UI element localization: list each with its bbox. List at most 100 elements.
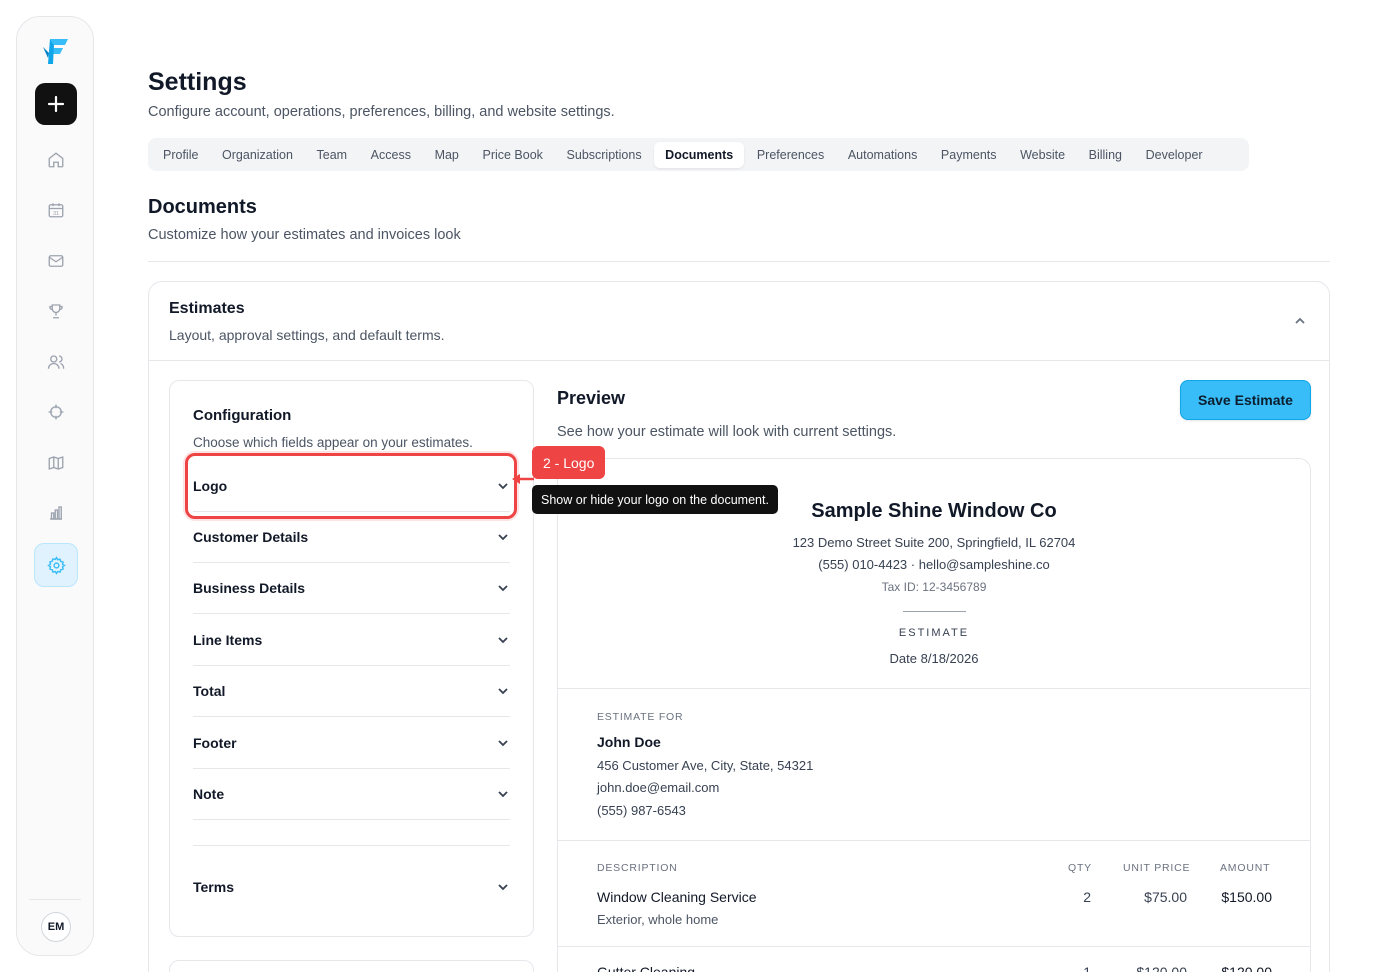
trophy-icon	[49, 304, 63, 319]
header-divider	[903, 611, 966, 612]
config-item-footer[interactable]: Footer	[193, 718, 510, 769]
tab-developer[interactable]: Developer	[1135, 142, 1214, 168]
nav-target[interactable]	[35, 391, 77, 433]
chart-icon	[50, 506, 62, 520]
config-item-label: Business Details	[193, 580, 306, 596]
secondary-panel	[169, 960, 534, 972]
map-icon	[48, 456, 64, 470]
customer-name: John Doe	[597, 734, 661, 750]
nav-settings[interactable]	[34, 543, 78, 587]
column-header-qty: QTY	[1068, 862, 1092, 874]
tab-organization[interactable]: Organization	[211, 142, 304, 168]
mail-icon	[48, 255, 64, 267]
estimate-preview-document: Sample Shine Window Co 123 Demo Street S…	[557, 458, 1311, 972]
tab-map[interactable]: Map	[424, 142, 470, 168]
tab-payments[interactable]: Payments	[930, 142, 1008, 168]
nav-mail[interactable]	[35, 240, 77, 282]
tab-team[interactable]: Team	[306, 142, 359, 168]
tab-preferences[interactable]: Preferences	[746, 142, 835, 168]
estimates-subtitle: Layout, approval settings, and default t…	[169, 327, 445, 343]
tab-website[interactable]: Website	[1009, 142, 1076, 168]
card-header-divider	[149, 360, 1329, 361]
plus-icon	[47, 95, 65, 113]
sidebar: 31 EM	[16, 16, 94, 956]
chevron-down-icon	[496, 633, 510, 647]
svg-text:31: 31	[53, 211, 59, 217]
config-item-note[interactable]: Note	[193, 769, 510, 820]
section-title: Documents	[148, 196, 257, 218]
collapse-button[interactable]	[1293, 314, 1307, 333]
logo-tooltip: Show or hide your logo on the document.	[532, 485, 778, 514]
tab-price-book[interactable]: Price Book	[471, 142, 553, 168]
chevron-down-icon	[496, 530, 510, 544]
config-item-label: Footer	[193, 735, 237, 751]
line-item-amount: $150.00	[1221, 889, 1272, 905]
estimates-title: Estimates	[169, 300, 245, 317]
annotation-badge: 2 - Logo	[532, 446, 606, 479]
gear-icon	[46, 555, 66, 575]
nav-calendar[interactable]: 31	[35, 189, 77, 231]
page-title: Settings	[148, 68, 247, 96]
document-type-label: ESTIMATE	[898, 627, 970, 639]
line-item-name: Gutter Cleaning	[597, 964, 696, 972]
nav-users[interactable]	[35, 341, 77, 383]
chevron-down-icon	[496, 581, 510, 595]
section-subtitle: Customize how your estimates and invoice…	[148, 227, 461, 243]
tab-automations[interactable]: Automations	[837, 142, 928, 168]
column-header-unit-price: UNIT PRICE	[1123, 862, 1191, 874]
sidebar-divider	[29, 899, 81, 900]
preview-subtitle: See how your estimate will look with cur…	[557, 424, 897, 440]
document-date: Date 8/18/2026	[889, 651, 979, 666]
line-item-qty: 2	[1083, 889, 1091, 905]
tab-documents[interactable]: Documents	[654, 141, 745, 168]
config-divider	[193, 845, 510, 846]
tab-access[interactable]: Access	[360, 142, 422, 168]
add-button[interactable]	[35, 83, 77, 125]
logo-highlight	[185, 453, 517, 519]
chevron-down-icon	[496, 684, 510, 698]
customer-email: john.doe@email.com	[597, 780, 720, 795]
customer-phone: (555) 987-6543	[597, 803, 686, 818]
tab-profile[interactable]: Profile	[152, 142, 209, 168]
config-item-label: Total	[193, 683, 226, 699]
config-item-label: Customer Details	[193, 529, 309, 545]
doc-divider	[558, 946, 1310, 947]
tab-billing[interactable]: Billing	[1078, 142, 1133, 168]
doc-divider	[558, 840, 1310, 841]
line-item-unit-price: $120.00	[1136, 964, 1187, 972]
customer-address: 456 Customer Ave, City, State, 54321	[597, 758, 814, 773]
config-item-label: Line Items	[193, 632, 263, 648]
nav-reports[interactable]	[35, 492, 77, 534]
config-item-label: Terms	[193, 878, 234, 895]
chevron-down-icon	[496, 787, 510, 801]
line-item-detail: Exterior, whole home	[597, 912, 719, 927]
nav-map[interactable]	[35, 442, 77, 484]
company-contact: (555) 010-4423 · hello@sampleshine.co	[818, 557, 1050, 572]
config-item-line-items[interactable]: Line Items	[193, 615, 510, 666]
logo-icon[interactable]	[41, 35, 71, 67]
column-header-amount: AMOUNT	[1220, 862, 1271, 874]
nav-trophy[interactable]	[35, 290, 77, 332]
line-item-amount: $120.00	[1221, 964, 1272, 972]
tab-subscriptions[interactable]: Subscriptions	[556, 142, 653, 168]
chevron-up-icon	[1295, 317, 1305, 324]
home-icon	[48, 152, 64, 168]
avatar[interactable]: EM	[41, 912, 71, 942]
chevron-down-icon	[496, 880, 510, 894]
config-item-terms[interactable]: Terms	[193, 861, 510, 912]
calendar-icon: 31	[48, 203, 64, 218]
doc-divider	[558, 688, 1310, 689]
users-icon	[47, 355, 65, 369]
save-estimate-button[interactable]: Save Estimate	[1180, 380, 1311, 420]
settings-tabs: Profile Organization Team Access Map Pri…	[148, 138, 1249, 171]
preview-title: Preview	[557, 388, 626, 408]
config-item-label: Note	[193, 786, 225, 802]
config-item-total[interactable]: Total	[193, 666, 510, 717]
nav-home[interactable]	[35, 139, 77, 181]
line-item-unit-price: $75.00	[1144, 889, 1187, 905]
company-tax-id: Tax ID: 12-3456789	[881, 580, 987, 594]
estimate-for-label: ESTIMATE FOR	[597, 711, 684, 723]
target-icon	[48, 404, 64, 420]
config-item-business-details[interactable]: Business Details	[193, 563, 510, 614]
config-item-customer-details[interactable]: Customer Details	[193, 512, 510, 563]
